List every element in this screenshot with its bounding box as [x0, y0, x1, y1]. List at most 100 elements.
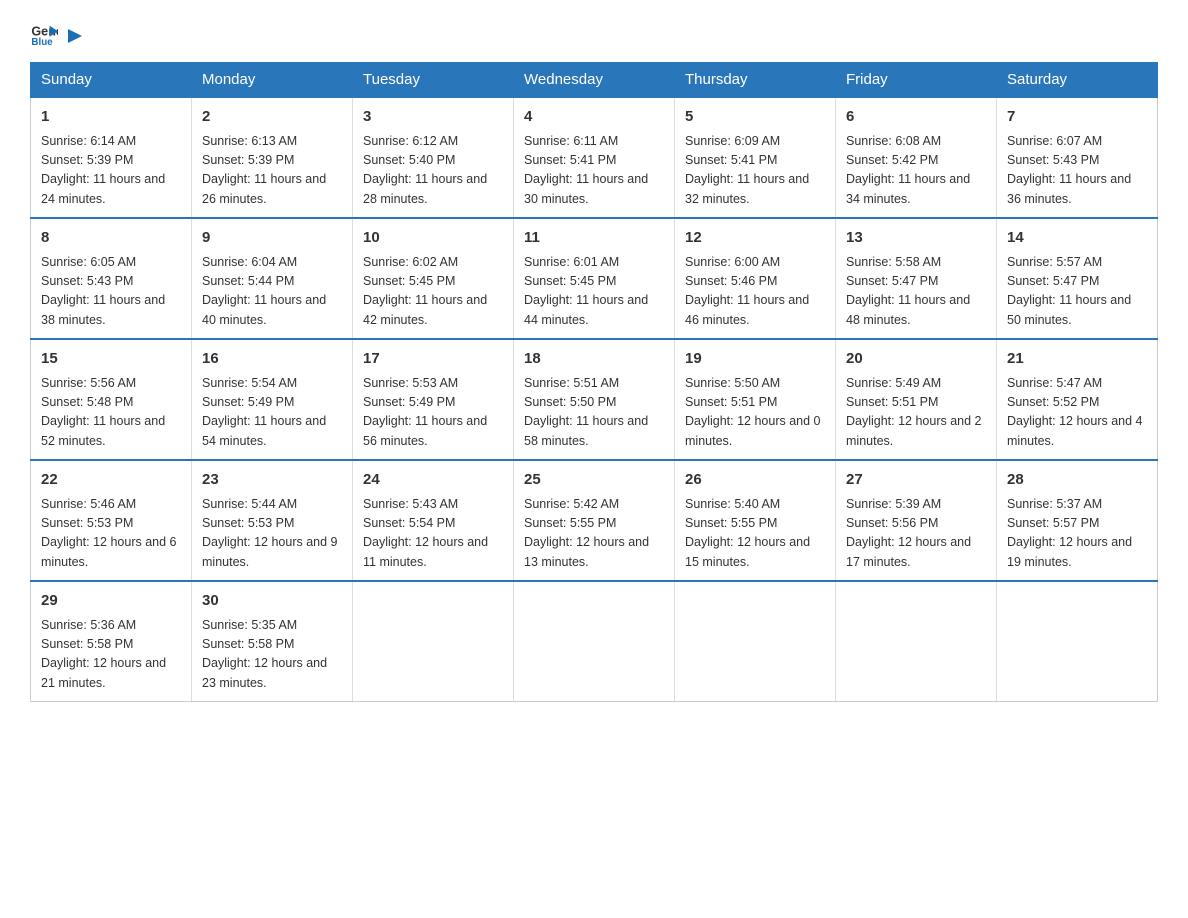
calendar-cell: 17 Sunrise: 5:53 AMSunset: 5:49 PMDayligh… — [353, 339, 514, 460]
day-info: Sunrise: 6:02 AMSunset: 5:45 PMDaylight:… — [363, 253, 503, 331]
day-number: 24 — [363, 469, 503, 492]
calendar-week-row: 29 Sunrise: 5:36 AMSunset: 5:58 PMDayligh… — [31, 581, 1158, 702]
day-number: 12 — [685, 227, 825, 250]
day-info: Sunrise: 5:57 AMSunset: 5:47 PMDaylight:… — [1007, 253, 1147, 331]
day-number: 11 — [524, 227, 664, 250]
calendar-cell: 6 Sunrise: 6:08 AMSunset: 5:42 PMDaylight… — [836, 97, 997, 218]
col-header-thursday: Thursday — [675, 63, 836, 98]
day-number: 16 — [202, 348, 342, 371]
day-number: 21 — [1007, 348, 1147, 371]
col-header-sunday: Sunday — [31, 63, 192, 98]
day-number: 27 — [846, 469, 986, 492]
calendar-header-row: SundayMondayTuesdayWednesdayThursdayFrid… — [31, 63, 1158, 98]
calendar-cell: 20 Sunrise: 5:49 AMSunset: 5:51 PMDayligh… — [836, 339, 997, 460]
col-header-tuesday: Tuesday — [353, 63, 514, 98]
logo: General Blue — [30, 20, 88, 48]
day-number: 13 — [846, 227, 986, 250]
calendar-week-row: 1 Sunrise: 6:14 AMSunset: 5:39 PMDaylight… — [31, 97, 1158, 218]
calendar-cell: 9Sunrise: 6:04 AMSunset: 5:44 PMDaylight… — [192, 218, 353, 339]
day-info: Sunrise: 5:50 AMSunset: 5:51 PMDaylight:… — [685, 374, 825, 452]
day-info: Sunrise: 5:44 AMSunset: 5:53 PMDaylight:… — [202, 495, 342, 573]
day-number: 22 — [41, 469, 181, 492]
day-number: 20 — [846, 348, 986, 371]
day-info: Sunrise: 5:35 AMSunset: 5:58 PMDaylight:… — [202, 616, 342, 694]
calendar-cell: 25Sunrise: 5:42 AMSunset: 5:55 PMDayligh… — [514, 460, 675, 581]
day-info: Sunrise: 5:56 AMSunset: 5:48 PMDaylight:… — [41, 374, 181, 452]
calendar-cell: 30 Sunrise: 5:35 AMSunset: 5:58 PMDayligh… — [192, 581, 353, 702]
day-number: 1 — [41, 106, 181, 129]
day-number: 7 — [1007, 106, 1147, 129]
day-info: Sunrise: 6:14 AMSunset: 5:39 PMDaylight:… — [41, 132, 181, 210]
calendar-cell — [514, 581, 675, 702]
col-header-friday: Friday — [836, 63, 997, 98]
day-info: Sunrise: 6:11 AMSunset: 5:41 PMDaylight:… — [524, 132, 664, 210]
day-number: 8 — [41, 227, 181, 250]
calendar-cell: 3 Sunrise: 6:12 AMSunset: 5:40 PMDaylight… — [353, 97, 514, 218]
calendar-cell — [836, 581, 997, 702]
day-info: Sunrise: 6:01 AMSunset: 5:45 PMDaylight:… — [524, 253, 664, 331]
calendar-cell: 26 Sunrise: 5:40 AMSunset: 5:55 PMDayligh… — [675, 460, 836, 581]
col-header-saturday: Saturday — [997, 63, 1158, 98]
calendar-cell — [997, 581, 1158, 702]
day-number: 29 — [41, 590, 181, 613]
day-number: 25 — [524, 469, 664, 492]
calendar-cell: 27Sunrise: 5:39 AMSunset: 5:56 PMDayligh… — [836, 460, 997, 581]
day-number: 14 — [1007, 227, 1147, 250]
day-number: 18 — [524, 348, 664, 371]
day-number: 5 — [685, 106, 825, 129]
day-number: 17 — [363, 348, 503, 371]
calendar-cell: 11 Sunrise: 6:01 AMSunset: 5:45 PMDayligh… — [514, 218, 675, 339]
col-header-monday: Monday — [192, 63, 353, 98]
day-number: 10 — [363, 227, 503, 250]
day-info: Sunrise: 5:53 AMSunset: 5:49 PMDaylight:… — [363, 374, 503, 452]
day-number: 30 — [202, 590, 342, 613]
day-number: 4 — [524, 106, 664, 129]
calendar-week-row: 8 Sunrise: 6:05 AMSunset: 5:43 PMDaylight… — [31, 218, 1158, 339]
day-info: Sunrise: 6:12 AMSunset: 5:40 PMDaylight:… — [363, 132, 503, 210]
svg-text:Blue: Blue — [31, 37, 53, 48]
calendar-cell: 28 Sunrise: 5:37 AMSunset: 5:57 PMDayligh… — [997, 460, 1158, 581]
day-info: Sunrise: 6:09 AMSunset: 5:41 PMDaylight:… — [685, 132, 825, 210]
day-info: Sunrise: 6:08 AMSunset: 5:42 PMDaylight:… — [846, 132, 986, 210]
calendar-cell: 16 Sunrise: 5:54 AMSunset: 5:49 PMDayligh… — [192, 339, 353, 460]
calendar-cell: 5 Sunrise: 6:09 AMSunset: 5:41 PMDaylight… — [675, 97, 836, 218]
day-number: 28 — [1007, 469, 1147, 492]
day-number: 2 — [202, 106, 342, 129]
day-info: Sunrise: 5:40 AMSunset: 5:55 PMDaylight:… — [685, 495, 825, 573]
calendar-cell: 24 Sunrise: 5:43 AMSunset: 5:54 PMDayligh… — [353, 460, 514, 581]
day-info: Sunrise: 5:47 AMSunset: 5:52 PMDaylight:… — [1007, 374, 1147, 452]
day-info: Sunrise: 5:43 AMSunset: 5:54 PMDaylight:… — [363, 495, 503, 573]
day-number: 26 — [685, 469, 825, 492]
day-info: Sunrise: 5:46 AMSunset: 5:53 PMDaylight:… — [41, 495, 181, 573]
day-info: Sunrise: 6:04 AMSunset: 5:44 PMDaylight:… — [202, 253, 342, 331]
calendar-cell: 7 Sunrise: 6:07 AMSunset: 5:43 PMDaylight… — [997, 97, 1158, 218]
calendar-cell — [353, 581, 514, 702]
calendar-week-row: 15Sunrise: 5:56 AMSunset: 5:48 PMDayligh… — [31, 339, 1158, 460]
calendar-cell: 29 Sunrise: 5:36 AMSunset: 5:58 PMDayligh… — [31, 581, 192, 702]
calendar-cell — [675, 581, 836, 702]
day-number: 3 — [363, 106, 503, 129]
page-header: General Blue — [30, 20, 1158, 48]
col-header-wednesday: Wednesday — [514, 63, 675, 98]
day-info: Sunrise: 5:49 AMSunset: 5:51 PMDaylight:… — [846, 374, 986, 452]
calendar-cell: 13 Sunrise: 5:58 AMSunset: 5:47 PMDayligh… — [836, 218, 997, 339]
logo-arrow-icon — [64, 25, 86, 47]
calendar-cell: 8 Sunrise: 6:05 AMSunset: 5:43 PMDaylight… — [31, 218, 192, 339]
calendar-cell: 19Sunrise: 5:50 AMSunset: 5:51 PMDayligh… — [675, 339, 836, 460]
day-info: Sunrise: 5:36 AMSunset: 5:58 PMDaylight:… — [41, 616, 181, 694]
calendar-cell: 22 Sunrise: 5:46 AMSunset: 5:53 PMDayligh… — [31, 460, 192, 581]
calendar-cell: 10 Sunrise: 6:02 AMSunset: 5:45 PMDayligh… — [353, 218, 514, 339]
day-info: Sunrise: 6:00 AMSunset: 5:46 PMDaylight:… — [685, 253, 825, 331]
calendar-cell: 23 Sunrise: 5:44 AMSunset: 5:53 PMDayligh… — [192, 460, 353, 581]
calendar-cell: 4 Sunrise: 6:11 AMSunset: 5:41 PMDaylight… — [514, 97, 675, 218]
day-info: Sunrise: 5:58 AMSunset: 5:47 PMDaylight:… — [846, 253, 986, 331]
day-number: 23 — [202, 469, 342, 492]
calendar-cell: 12 Sunrise: 6:00 AMSunset: 5:46 PMDayligh… — [675, 218, 836, 339]
day-info: Sunrise: 6:05 AMSunset: 5:43 PMDaylight:… — [41, 253, 181, 331]
day-info: Sunrise: 5:54 AMSunset: 5:49 PMDaylight:… — [202, 374, 342, 452]
day-info: Sunrise: 6:07 AMSunset: 5:43 PMDaylight:… — [1007, 132, 1147, 210]
calendar-cell: 21 Sunrise: 5:47 AMSunset: 5:52 PMDayligh… — [997, 339, 1158, 460]
day-number: 6 — [846, 106, 986, 129]
day-info: Sunrise: 5:37 AMSunset: 5:57 PMDaylight:… — [1007, 495, 1147, 573]
calendar-cell: 14 Sunrise: 5:57 AMSunset: 5:47 PMDayligh… — [997, 218, 1158, 339]
